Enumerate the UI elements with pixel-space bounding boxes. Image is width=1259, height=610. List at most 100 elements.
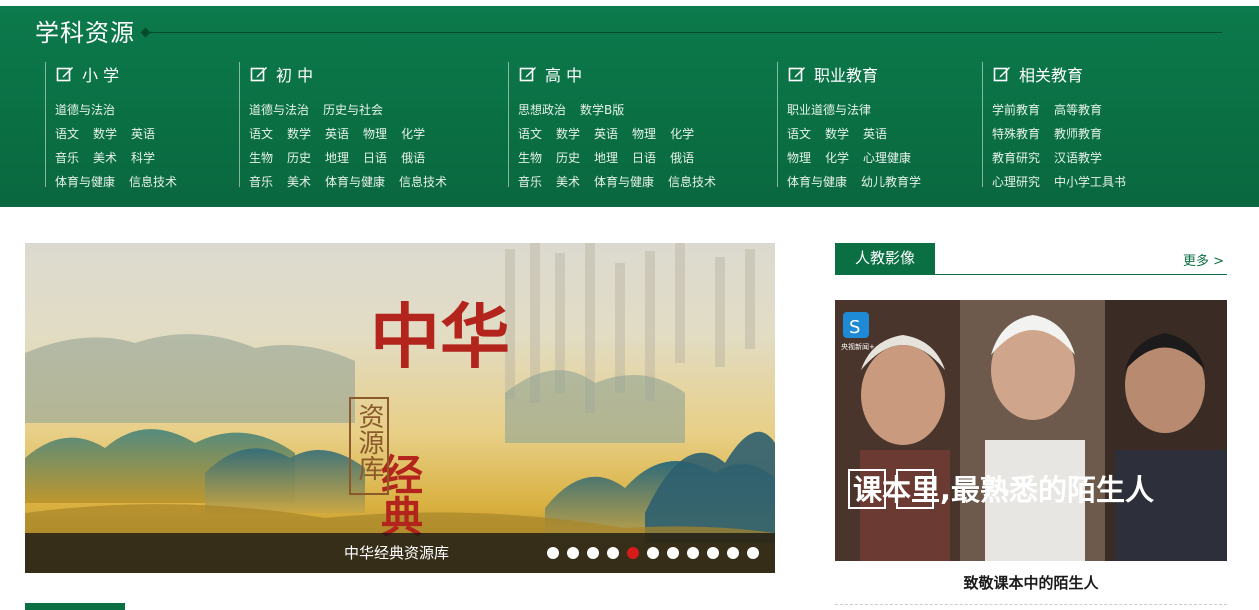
subject-link[interactable]: 美术 (287, 174, 311, 190)
carousel-dot[interactable] (547, 547, 559, 559)
subject-heading-related[interactable]: 相关教育 (993, 62, 1083, 86)
subject-link[interactable]: 中小学工具书 (1054, 174, 1126, 190)
subject-link[interactable]: 化学 (825, 150, 849, 166)
carousel-dot[interactable] (667, 547, 679, 559)
subject-link[interactable]: 体育与健康 (325, 174, 385, 190)
subject-link[interactable]: 数学 (287, 126, 311, 142)
subject-link[interactable]: 数学 (825, 126, 849, 142)
three-elders-portrait-image: S 央视新闻+ 课本里,最熟悉的陌生人 (835, 300, 1227, 561)
subject-link[interactable]: 学前教育 (992, 102, 1040, 118)
subject-link[interactable]: 数学B版 (580, 102, 624, 118)
video-section-header: 人教影像 更多 > (835, 243, 1227, 275)
edit-icon (250, 67, 267, 82)
subject-link[interactable]: 教育研究 (992, 150, 1040, 166)
subject-column-junior: 初 中 道德与法治 历史与社会 语文 数学 英语 物理 化学 生物 历史 地理 日语 俄语 音乐美… (239, 62, 504, 190)
subject-link[interactable]: 音乐 (55, 150, 79, 166)
subject-link[interactable]: 英语 (325, 126, 349, 142)
title-divider (146, 32, 1222, 33)
subject-link[interactable]: 历史 (287, 150, 311, 166)
subject-link[interactable]: 化学 (401, 126, 425, 142)
subject-link[interactable]: 语文 (249, 126, 273, 142)
carousel-dot[interactable] (607, 547, 619, 559)
landscape-painting-image: 中华 经典 资源库 (25, 243, 775, 573)
subject-resources-panel: 学科资源 小 学 道德与法治 语文 数学 英语 音乐 美术 科学 体育与健康 信息技术 初… (0, 6, 1259, 207)
subject-link[interactable]: 数学 (93, 126, 117, 142)
subject-heading-vocational[interactable]: 职业教育 (788, 62, 878, 86)
video-thumbnail[interactable]: S 央视新闻+ 课本里,最熟悉的陌生人 (835, 300, 1227, 561)
subject-link[interactable]: 汉语教学 (1054, 150, 1102, 166)
banner-title-text: 中华 (370, 295, 510, 378)
subject-link[interactable]: 俄语 (670, 150, 694, 166)
subject-link[interactable]: 化学 (670, 126, 694, 142)
subject-link[interactable]: 英语 (131, 126, 155, 142)
subject-heading-senior[interactable]: 高 中 (519, 62, 582, 86)
subject-link[interactable]: 日语 (632, 150, 656, 166)
subject-link[interactable]: 语文 (518, 126, 542, 142)
subject-link[interactable]: 体育与健康 (787, 174, 847, 190)
banner-caption[interactable]: 中华经典资源库 (344, 533, 449, 573)
subject-link[interactable]: 物理 (363, 126, 387, 142)
subject-link[interactable]: 信息技术 (668, 174, 716, 190)
subject-heading-junior[interactable]: 初 中 (250, 62, 313, 86)
subject-link[interactable]: 生物 (518, 150, 542, 166)
subject-link[interactable]: 道德与法治 (249, 102, 309, 118)
subject-link[interactable]: 思想政治 (518, 102, 566, 118)
subject-link[interactable]: 俄语 (401, 150, 425, 166)
subject-link[interactable]: 体育与健康 (55, 174, 115, 190)
subject-link[interactable]: 高等教育 (1054, 102, 1102, 118)
carousel-dot[interactable] (647, 547, 659, 559)
video-title-divider (835, 604, 1227, 605)
carousel-dot[interactable] (727, 547, 739, 559)
subject-link[interactable]: 道德与法治 (55, 102, 115, 118)
subject-heading-label: 职业教育 (814, 66, 879, 85)
subject-link[interactable]: 信息技术 (399, 174, 447, 190)
subject-link[interactable]: 地理 (594, 150, 618, 166)
subject-link[interactable]: 教师教育 (1054, 126, 1102, 142)
video-section-tab[interactable]: 人教影像 (835, 243, 935, 274)
subject-link[interactable]: 历史与社会 (323, 102, 383, 118)
subject-link[interactable]: 心理健康 (863, 150, 911, 166)
subject-column-related: 相关教育 学前教育 高等教育 特殊教育 教师教育 教育研究 汉语教学 心理研究 中小学工… (982, 62, 1222, 190)
subject-link[interactable]: 生物 (249, 150, 273, 166)
video-title[interactable]: 致敬课本中的陌生人 (835, 572, 1227, 593)
banner-seal-text: 资源库 (354, 403, 384, 481)
subject-link[interactable]: 音乐 (518, 174, 542, 190)
carousel-dot[interactable] (687, 547, 699, 559)
subject-link[interactable]: 体育与健康 (594, 174, 654, 190)
subject-link[interactable]: 历史 (556, 150, 580, 166)
subject-heading-label: 高 中 (545, 66, 583, 85)
subject-link[interactable]: 日语 (363, 150, 387, 166)
subject-link[interactable]: 美术 (93, 150, 117, 166)
banner-caption-bar: 中华经典资源库 (25, 533, 775, 573)
carousel-dot-active[interactable] (627, 547, 639, 559)
carousel-dot[interactable] (587, 547, 599, 559)
subject-link[interactable]: 物理 (787, 150, 811, 166)
subject-link[interactable]: 英语 (863, 126, 887, 142)
subject-link[interactable]: 地理 (325, 150, 349, 166)
subject-link[interactable]: 物理 (632, 126, 656, 142)
carousel-dot[interactable] (707, 547, 719, 559)
subject-resources-title: 学科资源 (35, 19, 135, 47)
carousel-dot[interactable] (747, 547, 759, 559)
more-link[interactable]: 更多 > (1183, 250, 1224, 269)
subject-link[interactable]: 语文 (787, 126, 811, 142)
subject-link[interactable]: 信息技术 (129, 174, 177, 190)
subject-link[interactable]: 心理研究 (992, 174, 1040, 190)
subject-link[interactable]: 特殊教育 (992, 126, 1040, 142)
subject-link[interactable]: 语文 (55, 126, 79, 142)
subject-link[interactable]: 数学 (556, 126, 580, 142)
subject-link[interactable]: 科学 (131, 150, 155, 166)
subject-link[interactable]: 职业道德与法律 (787, 102, 871, 118)
subject-link[interactable]: 幼儿教育学 (861, 174, 921, 190)
carousel-dot[interactable] (567, 547, 579, 559)
subject-heading-label: 相关教育 (1019, 66, 1084, 85)
next-section-tab (25, 603, 125, 610)
subject-link[interactable]: 英语 (594, 126, 618, 142)
subject-link[interactable]: 美术 (556, 174, 580, 190)
subject-heading-primary[interactable]: 小 学 (56, 62, 119, 86)
banner-carousel[interactable]: 中华 经典 资源库 中华经典资源库 (25, 243, 775, 573)
edit-icon (56, 67, 73, 82)
subject-link[interactable]: 音乐 (249, 174, 273, 190)
svg-text:S: S (849, 317, 860, 338)
video-overlay-text: 课本里,最熟悉的陌生人 (853, 473, 1154, 507)
